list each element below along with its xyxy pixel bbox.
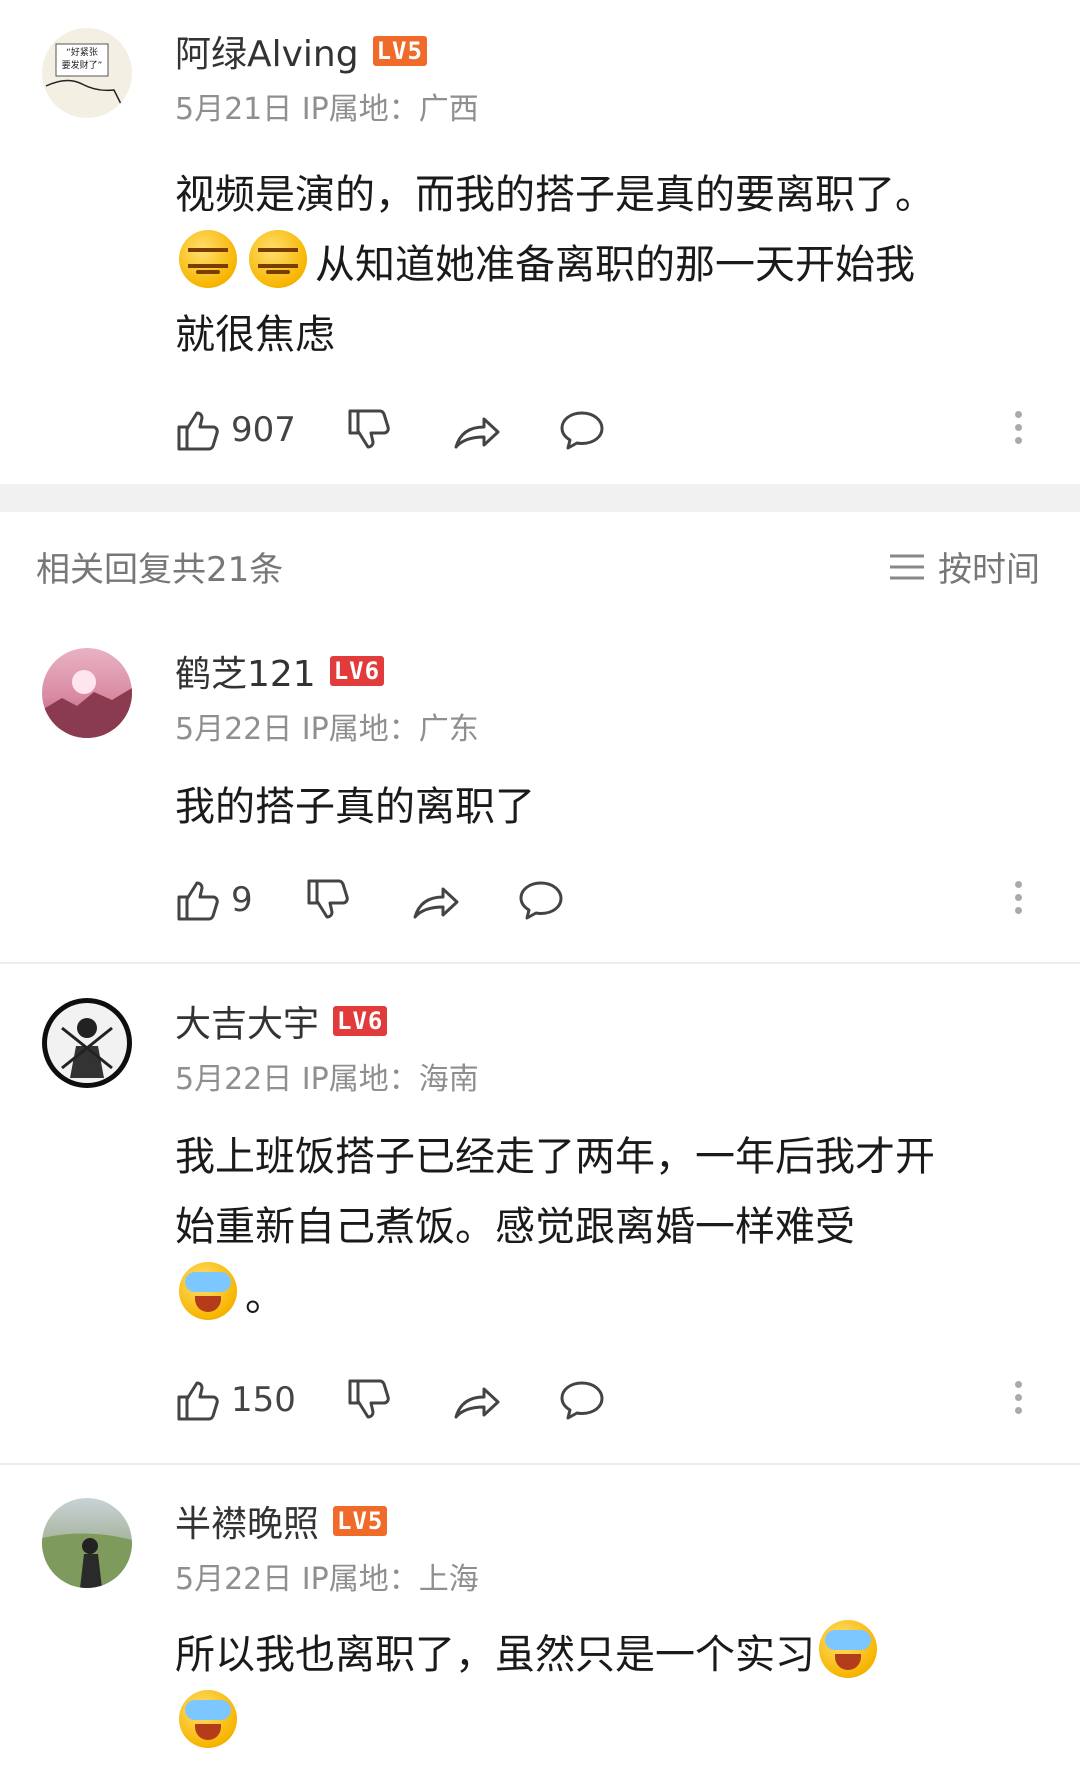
- thumbs-up-icon: [177, 1381, 219, 1421]
- laugh-cry-emoji-icon: [179, 1690, 237, 1748]
- avatar[interactable]: [42, 998, 132, 1088]
- username[interactable]: 大吉大宇 LV6: [175, 995, 388, 1047]
- comment-meta: 5月22日 IP属地：上海: [175, 1562, 479, 1597]
- dislike-button[interactable]: [346, 1377, 392, 1423]
- avatar[interactable]: “好紧张 要发财了”: [42, 28, 132, 118]
- share-icon: [413, 887, 459, 919]
- avatar[interactable]: [42, 1498, 132, 1588]
- thumbs-up-icon: [177, 881, 219, 921]
- like-button[interactable]: 907: [175, 407, 296, 453]
- replies-count: 相关回复共21条: [36, 550, 284, 590]
- svg-text:“好紧张: “好紧张: [66, 46, 98, 58]
- comment-text: 所以我也离职了，虽然只是一个实习: [175, 1620, 1035, 1760]
- laugh-cry-emoji-icon: [179, 1262, 237, 1320]
- comment-text: 视频是演的，而我的搭子是真的要离职了。 从知道她准备离职的那一天开始我 就很焦虑: [175, 172, 935, 358]
- comment-actions: 150: [175, 1375, 606, 1425]
- share-button[interactable]: [452, 407, 502, 453]
- comment-text: 我上班饭搭子已经走了两年，一年后我才开 始重新自己煮饭。感觉跟离婚一样难受 。: [175, 1134, 935, 1320]
- thumbs-down-icon: [348, 1379, 390, 1419]
- thumbs-down-icon: [348, 409, 390, 449]
- reply-button[interactable]: [558, 407, 606, 453]
- menu-lines-icon: [890, 554, 924, 579]
- comment-actions: 907: [175, 405, 606, 455]
- avatar[interactable]: [42, 648, 132, 738]
- thumbs-down-icon: [307, 879, 349, 919]
- svg-text:要发财了”: 要发财了”: [62, 59, 103, 71]
- sort-button[interactable]: 按时间: [888, 542, 1040, 591]
- share-button[interactable]: [411, 877, 461, 923]
- comment-text: 我的搭子真的离职了: [175, 784, 535, 830]
- like-button[interactable]: 150: [175, 1377, 296, 1423]
- comment-actions: 9: [175, 875, 565, 925]
- level-badge: LV6: [333, 1006, 388, 1036]
- more-options-icon[interactable]: [1010, 1375, 1026, 1420]
- dislike-button[interactable]: [305, 877, 351, 923]
- username[interactable]: 阿绿Alving LV5: [175, 25, 427, 77]
- share-icon: [454, 417, 500, 449]
- divider: [0, 962, 1080, 964]
- more-options-icon[interactable]: [1010, 405, 1026, 450]
- section-divider: [0, 484, 1080, 512]
- reply-button[interactable]: [517, 877, 565, 923]
- replies-header: 相关回复共21条 按时间: [0, 512, 1080, 620]
- share-button[interactable]: [452, 1377, 502, 1423]
- dislike-button[interactable]: [346, 407, 392, 453]
- username[interactable]: 半襟晚照 LV5: [175, 1495, 388, 1547]
- divider: [0, 1463, 1080, 1465]
- laugh-cry-emoji-icon: [819, 1620, 877, 1678]
- comment-bubble-icon: [519, 881, 563, 920]
- level-badge: LV6: [329, 656, 385, 686]
- smug-emoji-icon: [249, 230, 307, 288]
- level-badge: LV5: [333, 1506, 388, 1536]
- smug-emoji-icon: [179, 230, 237, 288]
- comment-bubble-icon: [560, 1381, 604, 1420]
- share-icon: [454, 1387, 500, 1419]
- thumbs-up-icon: [177, 411, 219, 451]
- level-badge: LV5: [372, 36, 427, 66]
- more-options-icon[interactable]: [1010, 875, 1026, 920]
- username[interactable]: 鹤芝121 LV6: [175, 645, 385, 697]
- reply-button[interactable]: [558, 1377, 606, 1423]
- comment-meta: 5月22日 IP属地：广东: [175, 712, 479, 747]
- comment-meta: 5月22日 IP属地：海南: [175, 1062, 479, 1097]
- comment-bubble-icon: [560, 411, 604, 450]
- comment-meta: 5月21日 IP属地：广西: [175, 92, 479, 127]
- like-button[interactable]: 9: [175, 877, 253, 923]
